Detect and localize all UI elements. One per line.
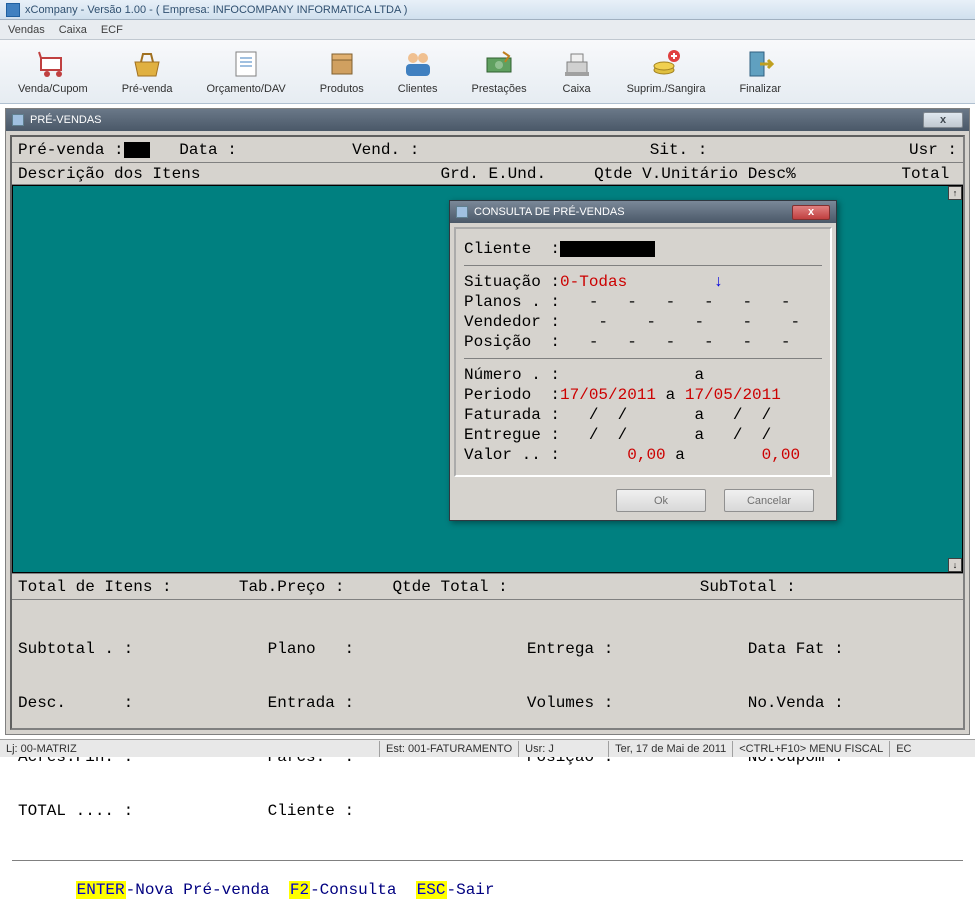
scroll-down-icon[interactable]: ↓ (948, 558, 962, 572)
cliente-value[interactable] (560, 241, 655, 257)
prevendas-titlebar: PRÉ-VENDAS x (6, 109, 969, 131)
toolbar-finalizar[interactable]: Finalizar (733, 45, 787, 98)
app-icon (6, 3, 20, 17)
status-date: Ter, 17 de Mai de 2011 (609, 741, 733, 757)
totals-box: Subtotal . : Plano : Entrega : Data Fat … (12, 599, 963, 860)
hint-row: ENTER-Nova Pré-venda F2-Consulta ESC-Sai… (12, 860, 963, 919)
dialog-title: CONSULTA DE PRÉ-VENDAS (474, 206, 625, 218)
toolbar-venda-cupom[interactable]: Venda/Cupom (12, 45, 94, 98)
status-hint: <CTRL+F10> MENU FISCAL (733, 741, 890, 757)
status-ec: EC (890, 741, 917, 757)
dialog-buttons: Ok Cancelar (450, 481, 836, 520)
hint-enter-key: ENTER (76, 881, 126, 899)
hint-f2-key: F2 (289, 881, 310, 899)
hint-esc-key: ESC (416, 881, 447, 899)
prevendas-title: PRÉ-VENDAS (30, 114, 102, 126)
coins-icon (650, 48, 682, 80)
window-title: xCompany - Versão 1.00 - ( Empresa: INFO… (25, 4, 407, 16)
statusbar: Lj: 00-MATRIZ Est: 001-FATURAMENTO Usr: … (0, 739, 975, 757)
menubar: Vendas Caixa ECF (0, 20, 975, 40)
status-usr: Usr: J (519, 741, 609, 757)
situacao-row[interactable]: Situação :0-Todas ↓ (464, 272, 822, 292)
status-est: Est: 001-FATURAMENTO (380, 741, 519, 757)
dialog-body: Cliente : Situação :0-Todas ↓ Planos . :… (454, 227, 832, 477)
money-icon (483, 48, 515, 80)
faturada-row[interactable]: Faturada : / / a / / (464, 405, 822, 425)
menu-vendas[interactable]: Vendas (8, 24, 45, 36)
dropdown-arrow-icon[interactable]: ↓ (714, 273, 724, 291)
cliente-row: Cliente : (464, 239, 822, 259)
valor-row[interactable]: Valor .. : 0,00 a 0,00 (464, 445, 822, 465)
scroll-up-icon[interactable]: ↑ (948, 186, 962, 200)
planos-row[interactable]: Planos . : - - - - - - (464, 292, 822, 312)
entregue-row[interactable]: Entregue : / / a / / (464, 425, 822, 445)
window-icon (12, 114, 24, 126)
menu-ecf[interactable]: ECF (101, 24, 123, 36)
people-icon (402, 48, 434, 80)
pre-venda-value (124, 142, 151, 158)
toolbar-orcamento[interactable]: Orçamento/DAV (200, 45, 291, 98)
box-icon (326, 48, 358, 80)
column-headers: Descrição dos Itens Grd. E.Und. Qtde V.U… (12, 163, 963, 185)
toolbar: Venda/Cupom Pré-venda Orçamento/DAV Prod… (0, 40, 975, 104)
vendedor-row[interactable]: Vendedor : - - - - - (464, 312, 822, 332)
basket-icon (131, 48, 163, 80)
toolbar-produtos[interactable]: Produtos (314, 45, 370, 98)
dialog-close-button[interactable]: x (792, 205, 830, 220)
register-icon (561, 48, 593, 80)
toolbar-pre-venda[interactable]: Pré-venda (116, 45, 179, 98)
posicao-row[interactable]: Posição : - - - - - - (464, 332, 822, 352)
cart-icon (37, 48, 69, 80)
window-titlebar: xCompany - Versão 1.00 - ( Empresa: INFO… (0, 0, 975, 20)
toolbar-suprim-sangira[interactable]: Suprim./Sangira (621, 45, 712, 98)
dialog-titlebar: CONSULTA DE PRÉ-VENDAS x (450, 201, 836, 223)
toolbar-clientes[interactable]: Clientes (392, 45, 444, 98)
header-row: Pré-venda : Data : Vend. : Sit. : Usr : (12, 137, 963, 163)
ok-button[interactable]: Ok (616, 489, 706, 512)
consulta-dialog: CONSULTA DE PRÉ-VENDAS x Cliente : Situa… (449, 200, 837, 521)
toolbar-prestacoes[interactable]: Prestações (466, 45, 533, 98)
status-loja: Lj: 00-MATRIZ (0, 741, 380, 757)
toolbar-caixa[interactable]: Caixa (555, 45, 599, 98)
periodo-row[interactable]: Periodo :17/05/2011 a 17/05/2011 (464, 385, 822, 405)
summary-row: Total de Itens : Tab.Preço : Qtde Total … (12, 573, 963, 599)
dialog-icon (456, 206, 468, 218)
cancel-button[interactable]: Cancelar (724, 489, 814, 512)
exit-icon (744, 48, 776, 80)
menu-caixa[interactable]: Caixa (59, 24, 87, 36)
close-button[interactable]: x (923, 112, 963, 128)
doc-icon (230, 48, 262, 80)
numero-row[interactable]: Número . : a (464, 365, 822, 385)
